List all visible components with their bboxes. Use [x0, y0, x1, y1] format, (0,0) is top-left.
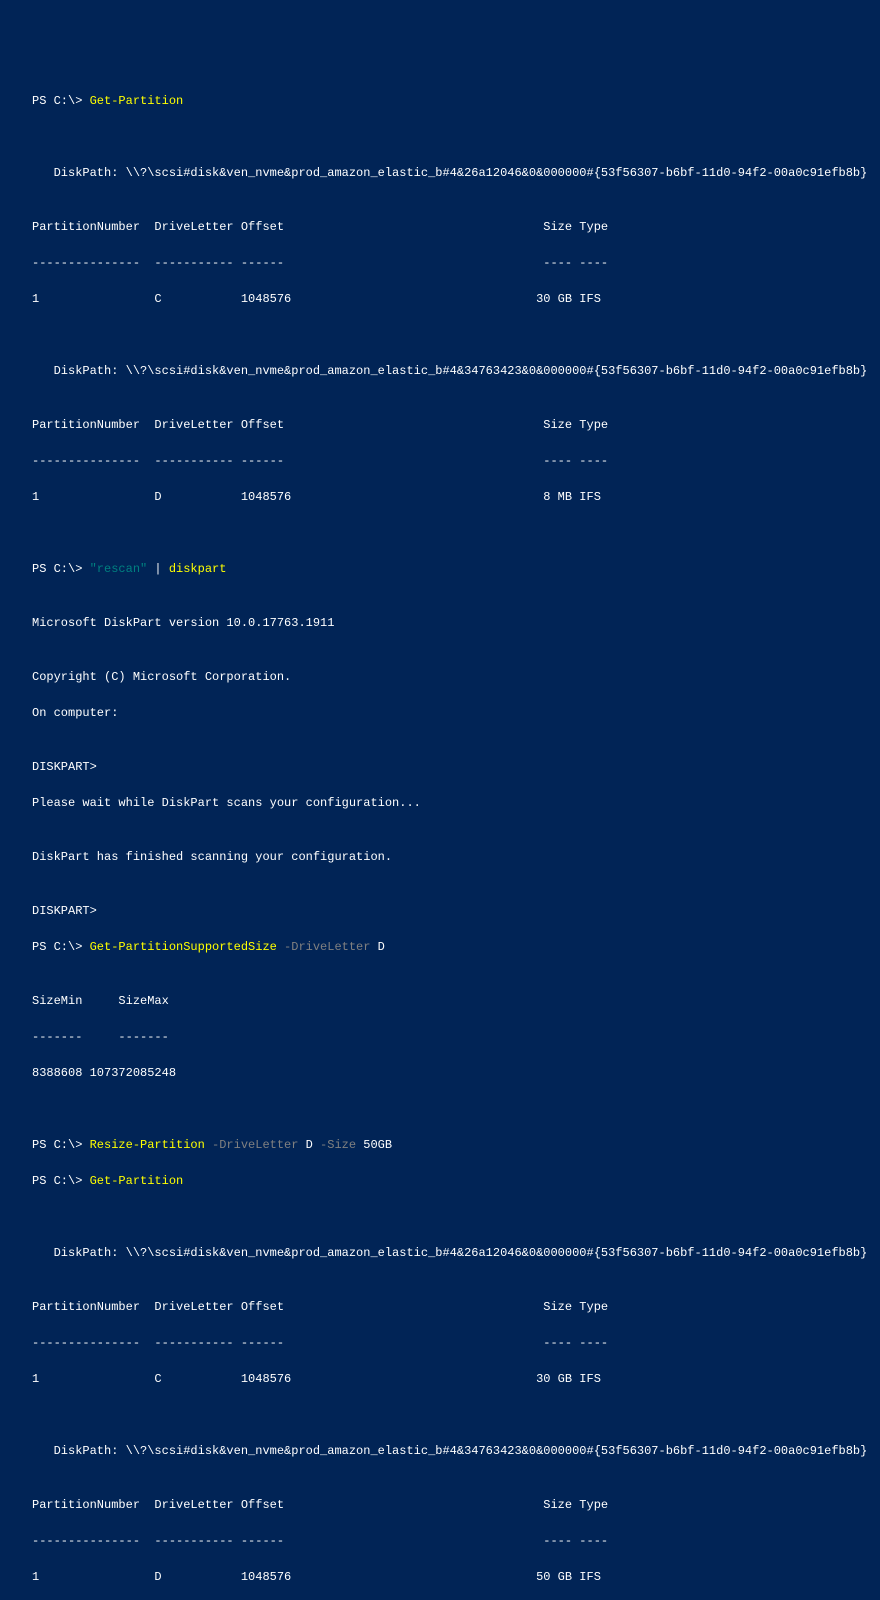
cmdlet-get-partition: Get-Partition	[90, 1174, 184, 1188]
diskpart-prompt: DISKPART>	[32, 902, 848, 920]
prompt: PS C:\>	[32, 1138, 90, 1152]
diskpart-version: Microsoft DiskPart version 10.0.17763.19…	[32, 614, 848, 632]
param-value: D	[298, 1138, 312, 1152]
pipe: |	[147, 562, 169, 576]
param-value: 50GB	[356, 1138, 392, 1152]
param-value: D	[370, 940, 384, 954]
param-driveletter: -DriveLetter	[277, 940, 371, 954]
param-size: -Size	[313, 1138, 356, 1152]
diskpath-2: DiskPath: \\?\scsi#disk&ven_nvme&prod_am…	[32, 362, 848, 380]
table-divider: --------------- ----------- ------ ---- …	[32, 1532, 848, 1550]
table-row: 1 C 1048576 30 GB IFS	[32, 290, 848, 308]
diskpath-1: DiskPath: \\?\scsi#disk&ven_nvme&prod_am…	[32, 1244, 848, 1262]
command-line-1: PS C:\> Get-Partition	[32, 92, 848, 110]
table-row: 1 C 1048576 30 GB IFS	[32, 1370, 848, 1388]
cmd-diskpart: diskpart	[169, 562, 227, 576]
diskpart-computer: On computer:	[32, 704, 848, 722]
prompt: PS C:\>	[32, 94, 90, 108]
size-header: SizeMin SizeMax	[32, 992, 848, 1010]
diskpart-wait: Please wait while DiskPart scans your co…	[32, 794, 848, 812]
param-driveletter: -DriveLetter	[205, 1138, 299, 1152]
diskpart-done: DiskPart has finished scanning your conf…	[32, 848, 848, 866]
table-header: PartitionNumber DriveLetter Offset Size …	[32, 1298, 848, 1316]
prompt: PS C:\>	[32, 940, 90, 954]
command-line-5: PS C:\> Get-Partition	[32, 1172, 848, 1190]
diskpart-prompt: DISKPART>	[32, 758, 848, 776]
table-row: 1 D 1048576 50 GB IFS	[32, 1568, 848, 1586]
diskpath-1: DiskPath: \\?\scsi#disk&ven_nvme&prod_am…	[32, 164, 848, 182]
table-header: PartitionNumber DriveLetter Offset Size …	[32, 218, 848, 236]
diskpart-copyright: Copyright (C) Microsoft Corporation.	[32, 668, 848, 686]
size-divider: ------- -------	[32, 1028, 848, 1046]
diskpath-2: DiskPath: \\?\scsi#disk&ven_nvme&prod_am…	[32, 1442, 848, 1460]
command-line-2: PS C:\> "rescan" | diskpart	[32, 560, 848, 578]
size-row: 8388608 107372085248	[32, 1064, 848, 1082]
table-divider: --------------- ----------- ------ ---- …	[32, 452, 848, 470]
prompt: PS C:\>	[32, 1174, 90, 1188]
table-header: PartitionNumber DriveLetter Offset Size …	[32, 1496, 848, 1514]
command-line-4: PS C:\> Resize-Partition -DriveLetter D …	[32, 1136, 848, 1154]
table-row: 1 D 1048576 8 MB IFS	[32, 488, 848, 506]
string-rescan: "rescan"	[90, 562, 148, 576]
prompt: PS C:\>	[32, 562, 90, 576]
cmdlet-get-partition: Get-Partition	[90, 94, 184, 108]
cmdlet-resize-partition: Resize-Partition	[90, 1138, 205, 1152]
table-divider: --------------- ----------- ------ ---- …	[32, 254, 848, 272]
table-divider: --------------- ----------- ------ ---- …	[32, 1334, 848, 1352]
table-header: PartitionNumber DriveLetter Offset Size …	[32, 416, 848, 434]
command-line-3: PS C:\> Get-PartitionSupportedSize -Driv…	[32, 938, 848, 956]
cmdlet-get-partitionsupportedsize: Get-PartitionSupportedSize	[90, 940, 277, 954]
